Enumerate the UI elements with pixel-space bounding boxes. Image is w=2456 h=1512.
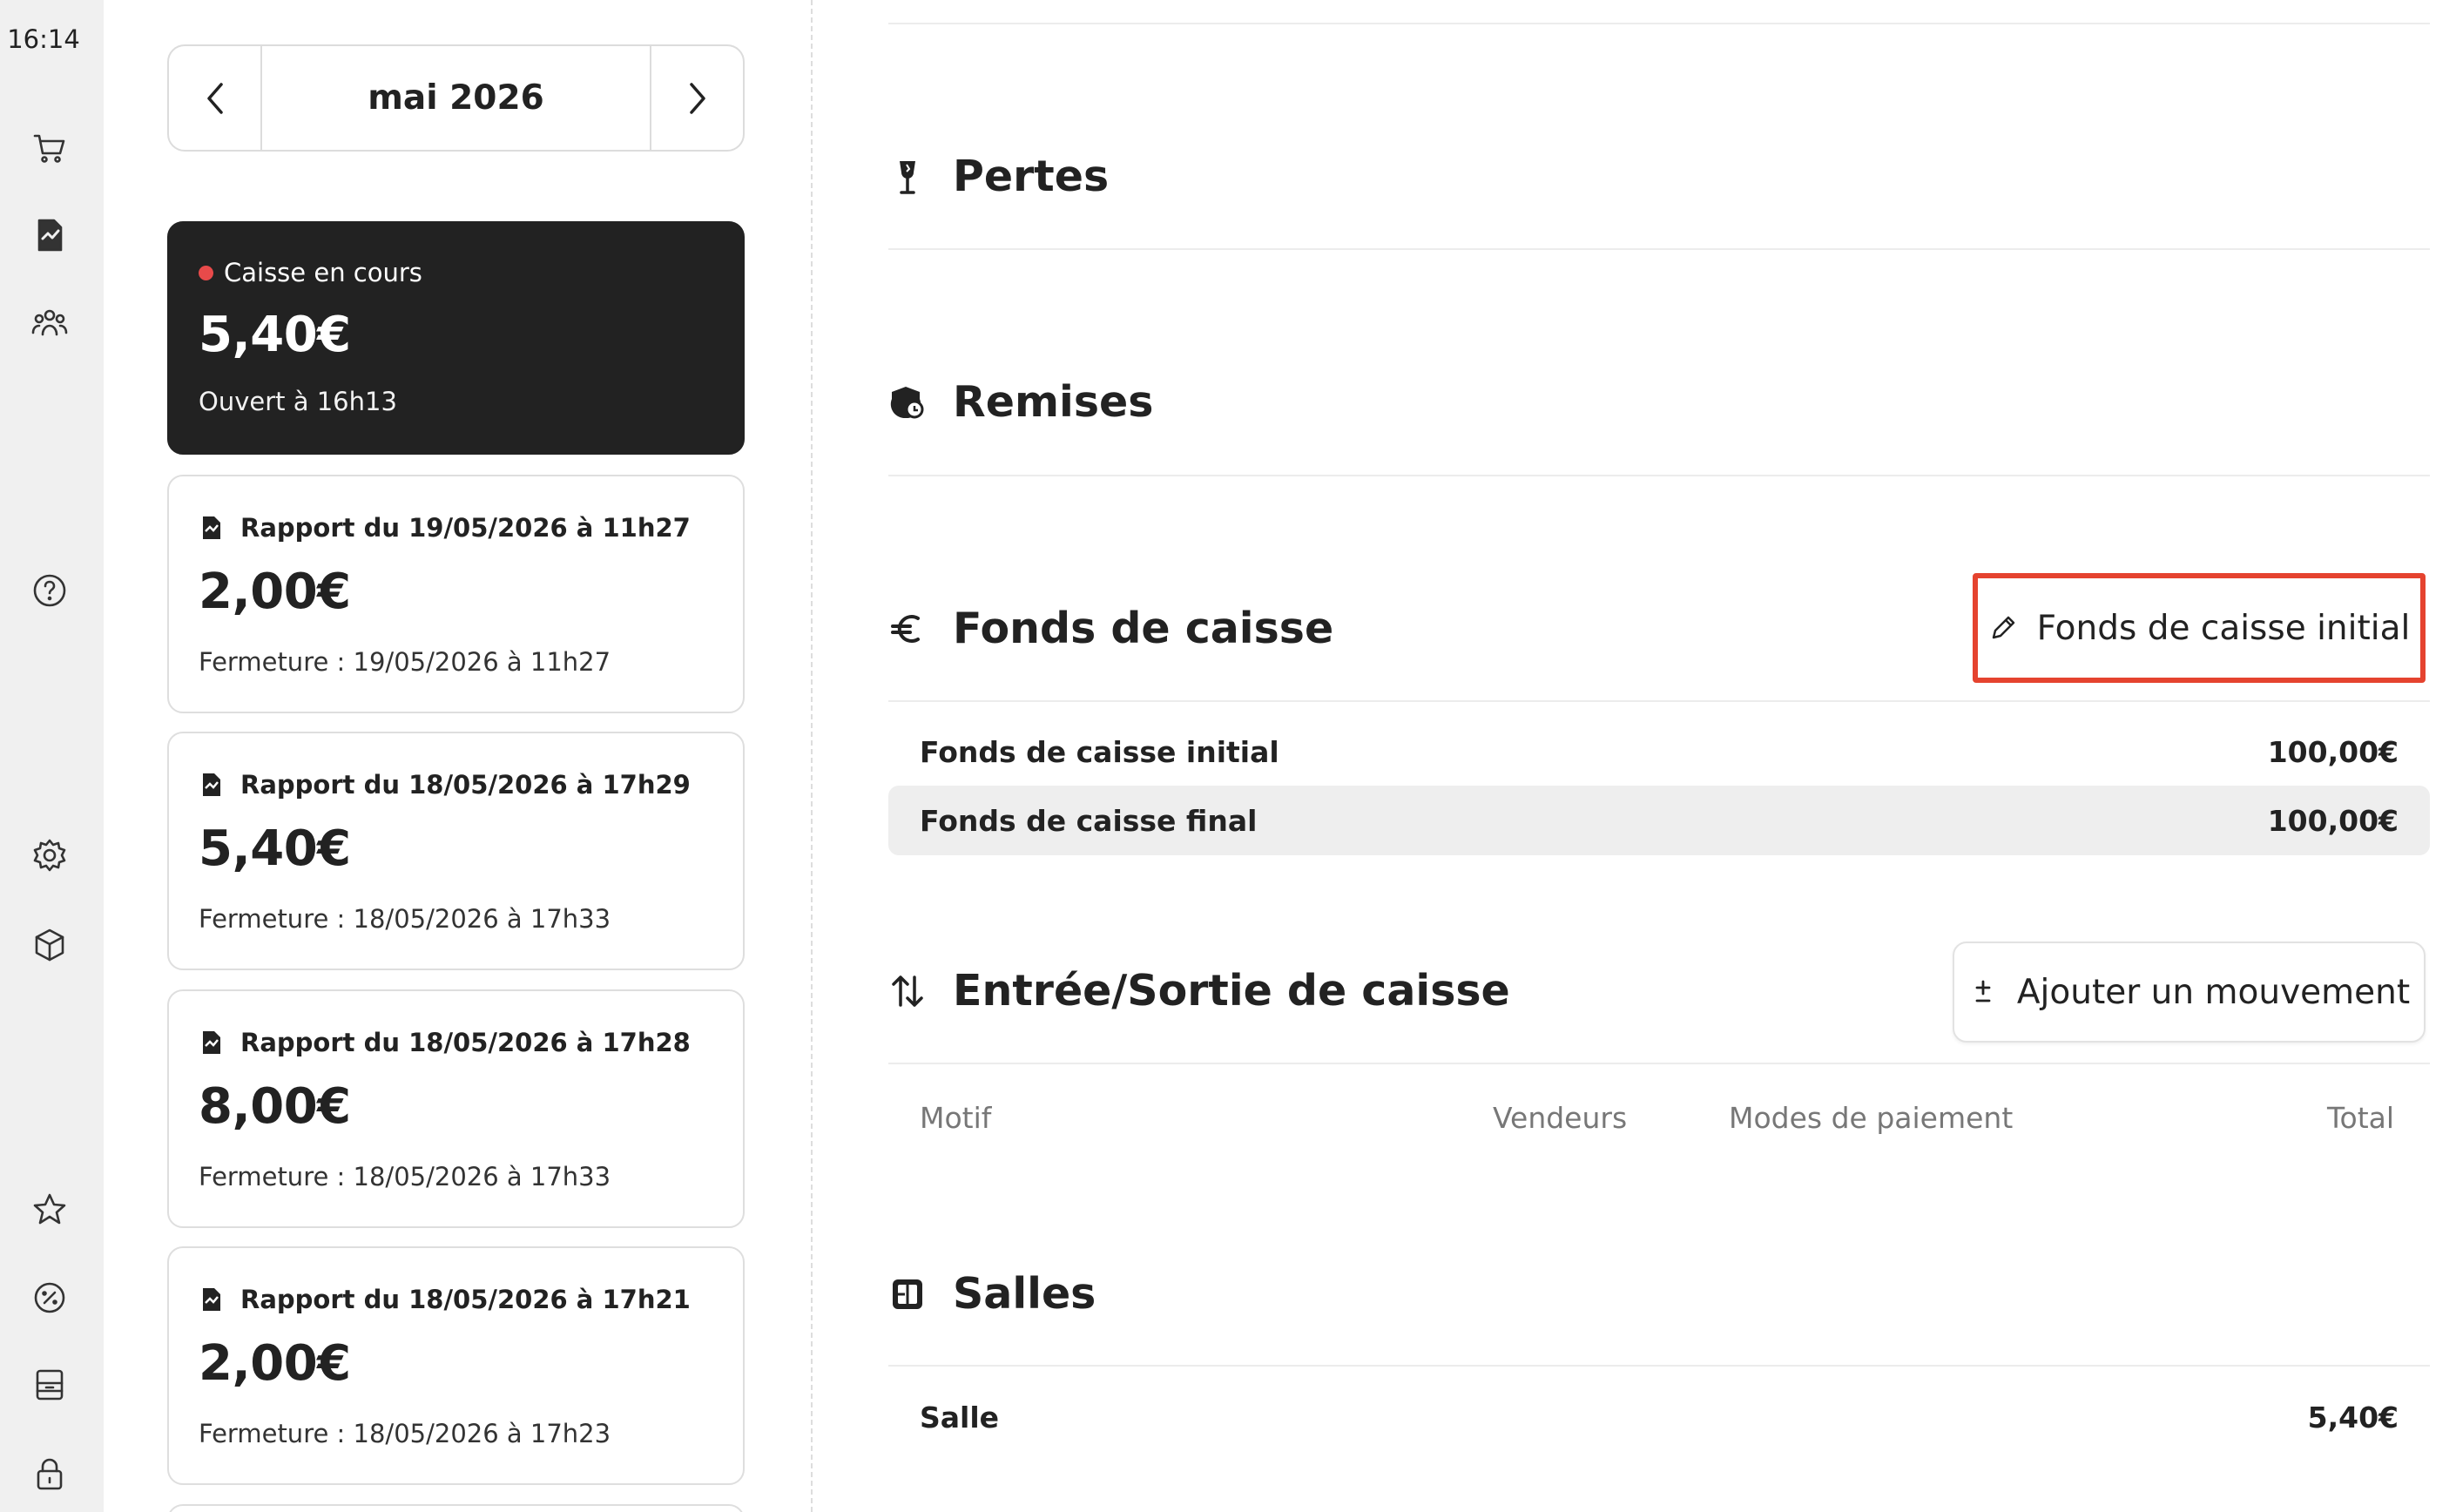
report-card-title: Rapport du 18/05/2026 à 17h28 (199, 1028, 691, 1057)
column-header-modes: Modes de paiement (1729, 1101, 2014, 1135)
star-icon[interactable] (26, 1186, 73, 1233)
settings-icon[interactable] (26, 832, 73, 879)
report-card[interactable] (167, 1504, 745, 1512)
column-divider (811, 0, 813, 1512)
salles-row: Salle 5,40€ (888, 1382, 2430, 1452)
report-icon[interactable] (26, 212, 73, 259)
discount-tag-icon (888, 383, 927, 422)
help-icon[interactable] (26, 567, 73, 614)
report-card[interactable]: Rapport du 18/05/2026 à 17h21 2,00€ Ferm… (167, 1246, 745, 1485)
euro-icon (888, 610, 927, 648)
add-movement-button[interactable]: Ajouter un mouvement (1953, 942, 2426, 1043)
report-title: Rapport du 18/05/2026 à 17h29 (240, 770, 691, 800)
pencil-icon (1992, 616, 2014, 639)
report-card-title: Rapport du 18/05/2026 à 17h21 (199, 1285, 691, 1314)
column-header-vendeurs: Vendeurs (1493, 1101, 1628, 1135)
current-register-amount: 5,40€ (199, 307, 351, 363)
section-title-mouvements: Entrée/Sortie de caisse (888, 966, 1510, 1016)
report-closing: Fermeture : 19/05/2026 à 11h27 (199, 647, 611, 677)
arrows-updown-icon (888, 972, 927, 1010)
section-title-pertes: Pertes (888, 152, 1109, 201)
fonds-row-value: 100,00€ (2267, 803, 2399, 838)
section-title-remises: Remises (888, 377, 1153, 427)
section-title-fonds: Fonds de caisse (888, 604, 1333, 653)
column-header-motif: Motif (920, 1101, 992, 1135)
fonds-row-initial: Fonds de caisse initial 100,00€ (888, 717, 2430, 786)
live-dot-icon (199, 265, 213, 280)
plus-minus-icon (1975, 980, 1991, 1002)
report-file-icon (203, 516, 220, 539)
current-register-status: Caisse en cours (199, 258, 422, 287)
section-divider (888, 248, 2430, 250)
report-card[interactable]: Rapport du 19/05/2026 à 11h27 2,00€ Ferm… (167, 475, 745, 713)
section-divider (888, 1063, 2430, 1064)
edit-initial-float-label: Fonds de caisse initial (2036, 608, 2411, 648)
chevron-right-icon (689, 82, 705, 114)
section-divider (888, 1365, 2430, 1367)
glass-icon (888, 158, 927, 196)
report-card-title: Rapport du 19/05/2026 à 11h27 (199, 513, 691, 543)
room-icon (888, 1275, 927, 1313)
report-file-icon (203, 1288, 220, 1311)
mouvements-title-text: Entrée/Sortie de caisse (953, 966, 1510, 1016)
chevron-left-icon (206, 82, 223, 114)
column-header-total: Total (2327, 1101, 2395, 1135)
fonds-title-text: Fonds de caisse (953, 604, 1334, 653)
clock-time: 16:14 (7, 24, 80, 54)
integrations-icon[interactable] (26, 921, 73, 969)
section-divider (888, 700, 2430, 702)
salles-row-label: Salle (920, 1400, 1000, 1434)
report-closing: Fermeture : 18/05/2026 à 17h33 (199, 1162, 611, 1191)
pertes-title-text: Pertes (953, 152, 1110, 201)
lock-icon[interactable] (26, 1450, 73, 1497)
cart-icon[interactable] (26, 125, 73, 172)
report-amount: 8,00€ (199, 1078, 351, 1135)
users-icon[interactable] (26, 299, 73, 346)
previous-month-button[interactable] (169, 46, 262, 150)
fonds-row-final: Fonds de caisse final 100,00€ (888, 786, 2430, 855)
remises-title-text: Remises (953, 377, 1154, 427)
section-divider (888, 23, 2430, 24)
report-title: Rapport du 19/05/2026 à 11h27 (240, 513, 691, 543)
report-amount: 2,00€ (199, 1335, 351, 1392)
report-card-title: Rapport du 18/05/2026 à 17h29 (199, 770, 691, 800)
report-card[interactable]: Rapport du 18/05/2026 à 17h28 8,00€ Ferm… (167, 989, 745, 1228)
report-title: Rapport du 18/05/2026 à 17h21 (240, 1285, 691, 1314)
add-movement-label: Ajouter un mouvement (2016, 972, 2411, 1012)
register-icon[interactable] (26, 1361, 73, 1408)
discount-icon[interactable] (26, 1274, 73, 1321)
section-divider (888, 475, 2430, 476)
salles-title-text: Salles (953, 1269, 1096, 1319)
current-register-card[interactable]: Caisse en cours 5,40€ Ouvert à 16h13 (167, 221, 745, 455)
current-register-status-label: Caisse en cours (224, 258, 422, 287)
report-file-icon (203, 1031, 220, 1054)
report-amount: 5,40€ (199, 820, 351, 877)
fonds-row-label: Fonds de caisse initial (920, 734, 1279, 769)
edit-initial-float-button[interactable]: Fonds de caisse initial (1973, 573, 2426, 683)
report-amount: 2,00€ (199, 564, 351, 620)
fonds-row-label: Fonds de caisse final (920, 803, 1258, 838)
left-rail: 16:14 (0, 0, 104, 1512)
report-closing: Fermeture : 18/05/2026 à 17h23 (199, 1419, 611, 1448)
report-title: Rapport du 18/05/2026 à 17h28 (240, 1028, 691, 1057)
current-register-opened: Ouvert à 16h13 (199, 387, 397, 416)
report-card[interactable]: Rapport du 18/05/2026 à 17h29 5,40€ Ferm… (167, 732, 745, 970)
fonds-row-value: 100,00€ (2267, 734, 2399, 769)
next-month-button[interactable] (650, 46, 743, 150)
month-label: mai 2026 (368, 78, 544, 118)
report-closing: Fermeture : 18/05/2026 à 17h33 (199, 904, 611, 934)
section-title-salles: Salles (888, 1269, 1096, 1319)
salles-row-value: 5,40€ (2307, 1400, 2399, 1434)
month-navigator: mai 2026 (167, 44, 745, 152)
report-file-icon (203, 773, 220, 796)
